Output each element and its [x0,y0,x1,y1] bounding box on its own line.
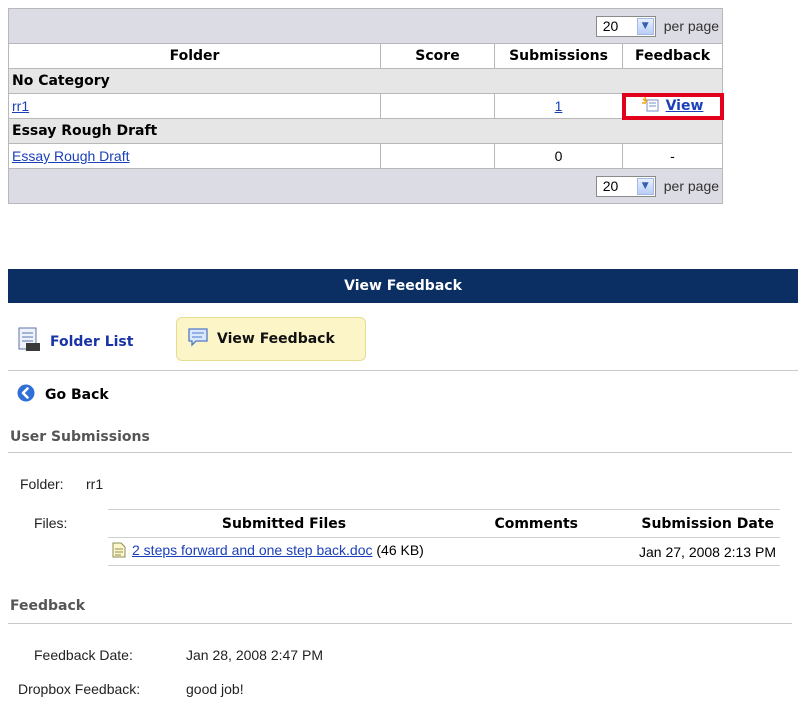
feedback-cell: - [621,143,724,169]
file-size: (46 KB) [376,542,424,559]
dropbox-feedback-value: good job! [186,681,244,697]
header-submitted-files: Submitted Files [108,509,460,538]
per-page-label: per page [663,18,720,34]
header-submission-date: Submission Date [584,509,780,538]
arrow-left-circle-icon [17,384,35,406]
banner-title: View Feedback [344,278,462,294]
header-score: Score [380,43,495,69]
header-comments: Comments [460,509,584,538]
dropbox-feedback-label: Dropbox Feedback: [18,681,141,697]
header-submissions: Submissions [494,43,623,69]
per-page-select-top[interactable]: 20 ▼ [595,15,656,37]
go-back-label: Go Back [45,387,109,403]
view-feedback-tab[interactable]: View Feedback [176,317,366,361]
divider [8,623,792,624]
per-page-value: 20 [602,18,619,34]
folder-list-icon [16,327,42,357]
submissions-link[interactable]: 1 [555,98,563,114]
user-submissions-title: User Submissions [10,429,150,445]
feedback-title: Feedback [10,598,86,614]
feedback-icon [641,96,660,116]
submission-date: Jan 27, 2008 2:13 PM [584,537,780,566]
chevron-down-icon: ▼ [636,17,654,35]
per-page-value: 20 [602,178,619,194]
table-header: Folder Score Submissions Feedback [8,43,724,69]
score-cell [380,93,495,119]
view-feedback-banner: View Feedback [8,269,798,303]
category-row: Essay Rough Draft [7,118,724,144]
document-icon [112,542,126,561]
speech-bubble-icon [187,326,209,352]
feedback-view-cell: View [621,92,724,120]
folder-list-label: Folder List [50,334,134,350]
table-row: 2 steps forward and one step back.doc (4… [108,537,780,566]
view-feedback-link[interactable]: View [666,98,704,114]
divider [8,370,798,371]
table-row: rr1 1 View [8,92,724,120]
header-feedback: Feedback [621,43,724,69]
feedback-date-label: Feedback Date: [34,647,133,663]
pager-bottom: 20 ▼ per page [7,168,724,204]
folder-link-essay[interactable]: Essay Rough Draft [12,148,130,164]
category-row: No Category [7,68,724,94]
view-feedback-label: View Feedback [217,331,335,347]
table-row: Essay Rough Draft 0 - [8,143,724,169]
divider [8,452,792,453]
pager-top: 20 ▼ per page [7,8,724,44]
header-folder: Folder [8,43,381,69]
files-header: Submitted Files Comments Submission Date [108,509,780,538]
folder-list-button[interactable]: Folder List [16,327,133,357]
folder-label: Folder: [20,476,64,492]
category-name: Essay Rough Draft [7,118,724,144]
files-label: Files: [34,515,68,531]
feedback-date-value: Jan 28, 2008 2:47 PM [186,647,323,663]
submitted-files-table: Submitted Files Comments Submission Date… [108,509,780,566]
folder-link-rr1[interactable]: rr1 [12,98,29,114]
dropbox-folder-table: 20 ▼ per page Folder Score Submissions F… [7,8,724,204]
chevron-down-icon: ▼ [636,177,654,195]
score-cell [380,143,495,169]
per-page-select-bottom[interactable]: 20 ▼ [595,175,656,197]
per-page-label: per page [663,178,720,194]
category-name: No Category [7,68,724,94]
submitted-file-link[interactable]: 2 steps forward and one step back.doc [132,542,372,558]
folder-value: rr1 [86,476,104,492]
go-back-button[interactable]: Go Back [17,384,109,406]
submissions-count: 0 [494,143,623,169]
